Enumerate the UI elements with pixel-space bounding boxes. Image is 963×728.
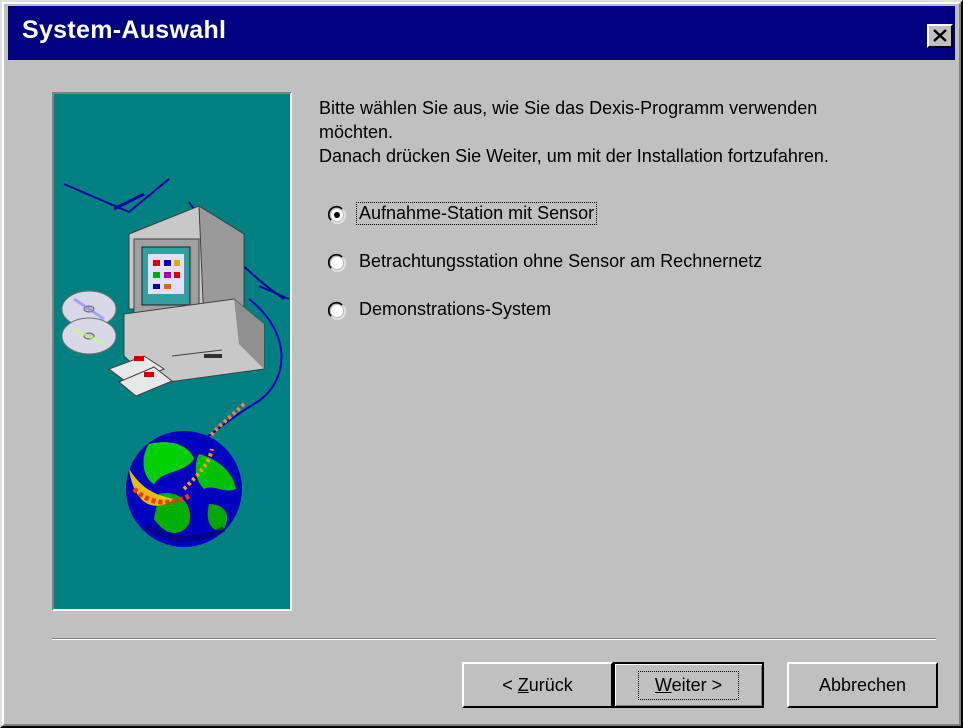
back-rest: urück — [528, 674, 573, 695]
next-button[interactable]: Weiter > — [613, 662, 764, 708]
computer-globe-illustration — [61, 178, 290, 547]
back-button[interactable]: < Zurück — [462, 662, 613, 708]
title-bar[interactable]: System-Auswahl — [8, 6, 955, 60]
back-accel: Z — [517, 674, 529, 695]
cancel-button[interactable]: Abbrechen — [787, 662, 938, 708]
setup-illustration — [52, 92, 292, 611]
next-accel: W — [654, 674, 672, 695]
close-button[interactable] — [927, 24, 953, 48]
instruction-line-3: Danach drücken Sie Weiter, um mit der In… — [319, 146, 829, 166]
next-rest: eiter > — [671, 674, 723, 695]
radio-unselected-icon[interactable] — [327, 253, 347, 273]
back-prefix: < — [502, 674, 518, 695]
back-button-label: < Zurück — [502, 675, 573, 696]
radio-selected-icon[interactable] — [327, 205, 347, 225]
instruction-line-2: möchten. — [319, 122, 394, 142]
separator-line — [52, 638, 936, 640]
option-label: Demonstrations-System — [359, 299, 552, 319]
window-title: System-Auswahl — [22, 16, 227, 44]
instruction-text: Bitte wählen Sie aus, wie Sie das Dexis-… — [319, 96, 939, 168]
option-label: Aufnahme-Station mit Sensor — [355, 202, 598, 225]
instruction-line-1: Bitte wählen Sie aus, wie Sie das Dexis-… — [319, 98, 818, 118]
option-label: Betrachtungsstation ohne Sensor am Rechn… — [359, 251, 763, 271]
close-icon — [933, 29, 947, 42]
radio-unselected-icon[interactable] — [327, 301, 347, 321]
setup-dialog-window: System-Auswahl Bitte wählen Sie aus, wie… — [0, 0, 963, 728]
next-button-label: Weiter > — [637, 670, 740, 700]
cancel-button-label: Abbrechen — [818, 674, 907, 695]
